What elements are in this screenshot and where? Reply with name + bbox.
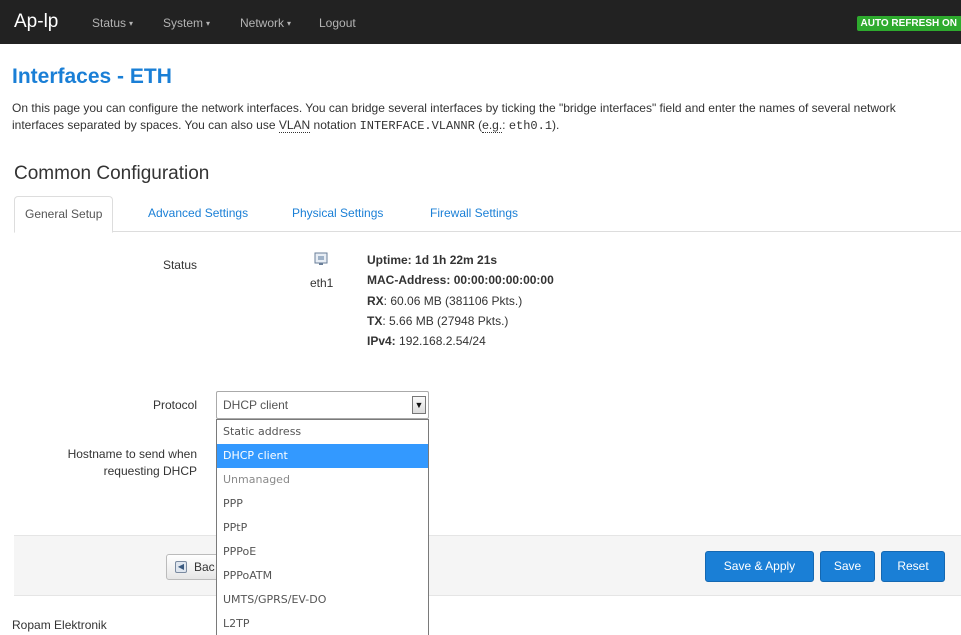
section-title: Common Configuration [14, 163, 210, 184]
tx-value: : 5.66 MB (27948 Pkts.) [382, 314, 509, 328]
protocol-select-value: DHCP client [223, 398, 289, 412]
hostname-label-line2: requesting DHCP [103, 464, 197, 478]
reset-button[interactable]: Reset [881, 551, 945, 582]
protocol-dropdown-list[interactable]: Static address DHCP client Unmanaged PPP… [216, 419, 429, 635]
menu-status[interactable]: Status ▾ [92, 16, 133, 30]
chevron-down-icon[interactable]: ▼ [412, 396, 426, 414]
tx-row: TX: 5.66 MB (27948 Pkts.) [367, 314, 508, 328]
auto-refresh-badge[interactable]: AUTO REFRESH ON [856, 16, 961, 31]
save-apply-button[interactable]: Save & Apply [705, 551, 814, 582]
save-button[interactable]: Save [820, 551, 875, 582]
tab-advanced-settings[interactable]: Advanced Settings [138, 196, 258, 232]
eg-abbr: e.g. [482, 118, 503, 133]
menu-logout[interactable]: Logout [319, 16, 356, 30]
ipv4-value: 192.168.2.54/24 [399, 334, 486, 348]
desc-text: ). [552, 118, 560, 132]
menu-network[interactable]: Network ▾ [240, 16, 291, 30]
protocol-option[interactable]: PPPoATM [217, 564, 428, 588]
hostname-label-line1: Hostname to send when [67, 447, 197, 461]
code-eth0-1: eth0.1 [508, 119, 553, 133]
form-actions-bar [14, 535, 961, 596]
chevron-down-icon: ▾ [287, 19, 292, 28]
protocol-option[interactable]: PPP [217, 492, 428, 516]
rx-label: RX [367, 294, 384, 308]
uptime-value: 1d 1h 22m 21s [415, 253, 498, 267]
menu-system-label: System [163, 16, 204, 30]
desc-text: notation [310, 118, 360, 132]
status-label: Status [162, 258, 197, 272]
rx-row: RX: 60.06 MB (381106 Pkts.) [367, 294, 522, 308]
protocol-option[interactable]: Unmanaged [217, 468, 428, 492]
tab-firewall-settings[interactable]: Firewall Settings [420, 196, 528, 232]
ipv4-label: IPv4: [367, 334, 396, 348]
vlan-abbr: VLAN [278, 118, 311, 133]
page-description: On this page you can configure the netwo… [12, 100, 947, 135]
desc-text: : [502, 118, 509, 132]
tab-general-setup[interactable]: General Setup [14, 196, 114, 233]
protocol-option-selected[interactable]: DHCP client [217, 444, 428, 468]
protocol-option[interactable]: L2TP [217, 612, 428, 635]
menu-status-label: Status [92, 16, 127, 30]
menu-system[interactable]: System ▾ [163, 16, 210, 30]
code-interface-vlannr: INTERFACE.VLANNR [359, 119, 475, 133]
mac-value: 00:00:00:00:00:00 [453, 273, 554, 287]
footer-company: Ropam Elektronik [12, 618, 107, 632]
chevron-down-icon: ▾ [206, 19, 211, 28]
mac-label: MAC-Address: [367, 273, 451, 287]
ipv4-row: IPv4: 192.168.2.54/24 [367, 334, 486, 348]
hostname-label: Hostname to send when requesting DHCP [20, 446, 197, 480]
config-tabs: General Setup Advanced Settings Physical… [14, 196, 961, 233]
protocol-option[interactable]: PPPoE [217, 540, 428, 564]
page-title: Interfaces - ETH [12, 65, 172, 88]
protocol-select[interactable]: DHCP client ▼ [216, 391, 429, 419]
tab-physical-settings[interactable]: Physical Settings [282, 196, 393, 232]
protocol-option[interactable]: PPtP [217, 516, 428, 540]
network-port-icon [314, 252, 328, 265]
chevron-down-icon: ▾ [129, 19, 134, 28]
protocol-option[interactable]: Static address [217, 420, 428, 444]
arrow-left-icon: ◀ [175, 561, 187, 573]
rx-value: : 60.06 MB (381106 Pkts.) [383, 294, 523, 308]
protocol-label: Protocol [152, 398, 197, 412]
top-navbar: Ap-lp Status ▾ System ▾ Network ▾ Logout AU… [0, 0, 961, 44]
device-name: eth1 [310, 276, 334, 290]
back-button-label: Bac [194, 560, 215, 574]
uptime-row: Uptime: 1d 1h 22m 21s [367, 253, 497, 267]
brand-logo[interactable]: Ap-lp [14, 11, 58, 33]
uptime-label: Uptime: [367, 253, 412, 267]
mac-row: MAC-Address: 00:00:00:00:00:00 [367, 273, 554, 287]
protocol-option[interactable]: UMTS/GPRS/EV-DO [217, 588, 428, 612]
tx-label: TX [367, 314, 383, 328]
menu-network-label: Network [240, 16, 285, 30]
